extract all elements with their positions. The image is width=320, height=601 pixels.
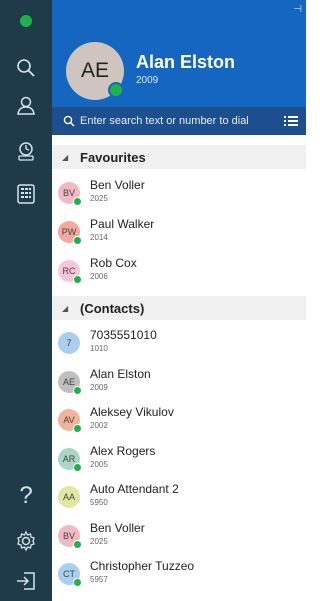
- section-label: (Contacts): [80, 300, 145, 316]
- avatar[interactable]: AE: [66, 42, 124, 100]
- contact-name: Rob Cox: [90, 256, 137, 270]
- list-item[interactable]: AA Auto Attendant 2 5950: [52, 478, 306, 516]
- presence-indicator: [73, 385, 82, 395]
- app-window: ? ⊣ AE Alan Elston 2009 Enter search tex…: [0, 0, 306, 601]
- section-header-favourites[interactable]: ◢ Favourites: [52, 145, 306, 169]
- presence-indicator: [73, 197, 82, 206]
- avatar: 7: [58, 332, 80, 354]
- list-menu-icon[interactable]: [282, 115, 300, 127]
- list-item[interactable]: 7 7035551010 1010: [52, 324, 306, 362]
- contact-name: Aleksey Vikulov: [90, 405, 174, 419]
- list-item[interactable]: PW Paul Walker 2014: [52, 213, 306, 251]
- profile-header: ⊣ AE Alan Elston 2009: [52, 0, 306, 107]
- search-bar: [52, 107, 306, 135]
- search-icon: [58, 115, 80, 127]
- presence-indicator: [73, 424, 82, 433]
- dialpad-icon[interactable]: [10, 178, 42, 210]
- main-panel: ⊣ AE Alan Elston 2009 ◢ Favourites ◢: [52, 0, 306, 601]
- search-icon[interactable]: [10, 52, 42, 84]
- left-nav-rail: ?: [0, 0, 52, 601]
- pin-icon[interactable]: ⊣: [293, 4, 302, 15]
- list-item[interactable]: RC Rob Cox 2006: [52, 252, 306, 290]
- section-label: Favourites: [80, 149, 146, 165]
- contact-name: Ben Voller: [90, 520, 145, 535]
- section-header-contacts[interactable]: ◢ (Contacts): [52, 296, 306, 320]
- presence-status-dot[interactable]: [20, 15, 32, 27]
- avatar: AA: [58, 486, 80, 508]
- contact-name: Alan Elston: [90, 366, 151, 381]
- avatar-initials: AE: [80, 59, 109, 82]
- contact-extension: 5950: [90, 498, 108, 507]
- contact-name: 7035551010: [90, 328, 157, 342]
- call-history-icon[interactable]: [10, 135, 42, 167]
- sign-out-icon[interactable]: [10, 565, 42, 597]
- list-item[interactable]: AE Alan Elston 2009: [52, 363, 306, 401]
- contact-extension: 2025: [90, 536, 108, 546]
- presence-indicator: [73, 462, 82, 472]
- contact-name: Alex Rogers: [90, 443, 156, 458]
- list-item[interactable]: CT Christopher Tuzzeo 5957: [52, 555, 306, 593]
- user-name: Alan Elston: [136, 52, 236, 72]
- contact-name: Auto Attendant 2: [90, 482, 179, 496]
- contact-extension: 1010: [90, 344, 108, 353]
- contact-extension: 2014: [90, 233, 108, 242]
- settings-icon[interactable]: [10, 525, 42, 557]
- list-item[interactable]: AV Aleksey Vikulov 2002: [52, 401, 306, 439]
- contact-extension: 2005: [90, 459, 108, 469]
- list-item[interactable]: AR Alex Rogers 2005: [52, 440, 306, 478]
- user-extension: 2009: [136, 75, 159, 86]
- list-item[interactable]: BV Ben Voller 2025: [52, 517, 306, 555]
- contact-extension: 2009: [90, 382, 108, 392]
- contact-name: Christopher Tuzzeo: [90, 559, 195, 573]
- contact-name: Ben Voller: [90, 178, 145, 192]
- presence-indicator: [73, 539, 82, 549]
- contacts-icon[interactable]: [10, 90, 42, 122]
- contact-extension: 5957: [90, 575, 108, 584]
- collapse-triangle-icon: ◢: [62, 303, 69, 313]
- search-input[interactable]: [80, 115, 282, 127]
- presence-indicator: [108, 82, 124, 98]
- contact-extension: 2006: [90, 272, 108, 281]
- presence-indicator: [73, 236, 82, 245]
- list-item[interactable]: BV Ben Voller 2025: [52, 174, 306, 212]
- help-icon[interactable]: ?: [10, 480, 42, 512]
- contact-name: Paul Walker: [90, 217, 155, 231]
- contact-extension: 2002: [90, 421, 108, 430]
- collapse-triangle-icon: ◢: [62, 152, 69, 162]
- contact-extension: 2025: [90, 194, 108, 203]
- presence-indicator: [73, 578, 82, 587]
- presence-indicator: [73, 275, 82, 284]
